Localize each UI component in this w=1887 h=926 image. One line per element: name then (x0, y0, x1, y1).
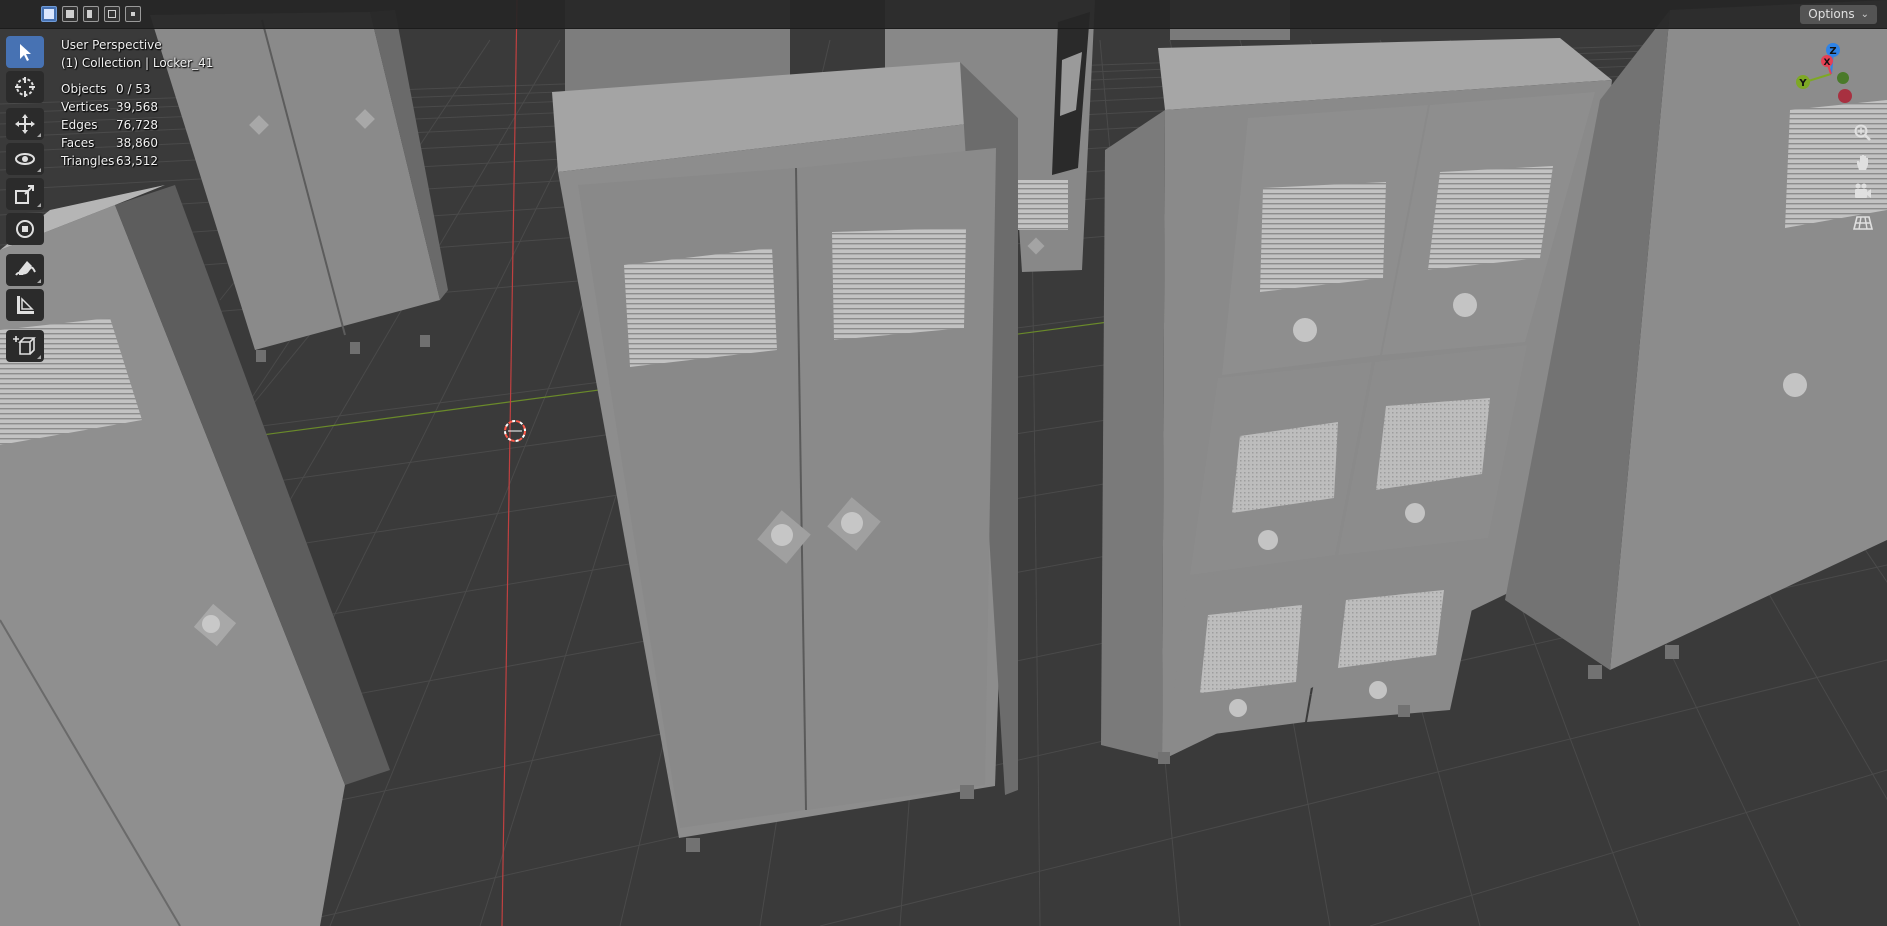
stat-label: Objects (61, 82, 107, 96)
gizmo-y-label: Y (1798, 78, 1807, 89)
gizmo-neg-x-axis[interactable] (1838, 89, 1852, 103)
viewport-info-overlay: User Perspective (1) Collection | Locker… (61, 36, 213, 170)
scene-canvas (0, 0, 1887, 926)
stat-label: Triangles (61, 154, 115, 168)
select-subtract-icon[interactable] (83, 6, 99, 22)
add-cube-icon[interactable] (6, 330, 44, 362)
stat-value: 76,728 (116, 118, 158, 132)
annotate-icon[interactable] (6, 254, 44, 286)
gizmo-x-label: X (1824, 58, 1831, 68)
move-icon[interactable] (6, 108, 44, 140)
stat-row: Vertices 39,568 (61, 98, 213, 116)
select-invert-icon[interactable] (104, 6, 120, 22)
chevron-down-icon: ⌄ (1860, 9, 1869, 20)
select-extend-icon[interactable] (62, 6, 78, 22)
transform-icon[interactable] (6, 213, 44, 245)
stat-row: Objects 0 / 53 (61, 80, 213, 98)
collection-name: (1) Collection | Locker_41 (61, 56, 214, 70)
options-button[interactable]: Options ⌄ (1800, 5, 1877, 24)
navigation-gizmo[interactable]: Z Y X (1783, 38, 1879, 118)
stat-value: 0 / 53 (116, 82, 151, 96)
grid-view-icon[interactable] (1848, 209, 1878, 235)
camera-icon[interactable] (1848, 178, 1878, 204)
options-label: Options (1808, 7, 1855, 21)
select-intersect-icon[interactable] (125, 6, 141, 22)
stat-value: 38,860 (116, 136, 158, 150)
rotate-icon[interactable] (6, 143, 44, 175)
stat-row: Triangles 63,512 (61, 152, 213, 170)
stat-value: 63,512 (116, 154, 158, 168)
select-new-icon[interactable] (41, 6, 57, 22)
stat-label: Vertices (61, 100, 109, 114)
scale-icon[interactable] (6, 178, 44, 210)
pan-hand-icon[interactable] (1848, 149, 1878, 175)
stat-row: Edges 76,728 (61, 116, 213, 134)
gizmo-z-label: Z (1829, 46, 1836, 57)
zoom-icon[interactable] (1848, 120, 1878, 146)
stat-label: Faces (61, 136, 95, 150)
3d-viewport[interactable]: Options ⌄ User Perspective (1) Collectio… (0, 0, 1887, 926)
select-box-icon[interactable] (6, 36, 44, 68)
viewport-header: Options ⌄ (0, 0, 1887, 29)
measure-icon[interactable] (6, 289, 44, 321)
stat-label: Edges (61, 118, 98, 132)
stat-value: 39,568 (116, 100, 158, 114)
gizmo-neg-y-axis[interactable] (1837, 72, 1849, 84)
stat-row: Faces 38,860 (61, 134, 213, 152)
cursor-icon[interactable] (6, 71, 44, 103)
view-name: User Perspective (61, 38, 162, 52)
